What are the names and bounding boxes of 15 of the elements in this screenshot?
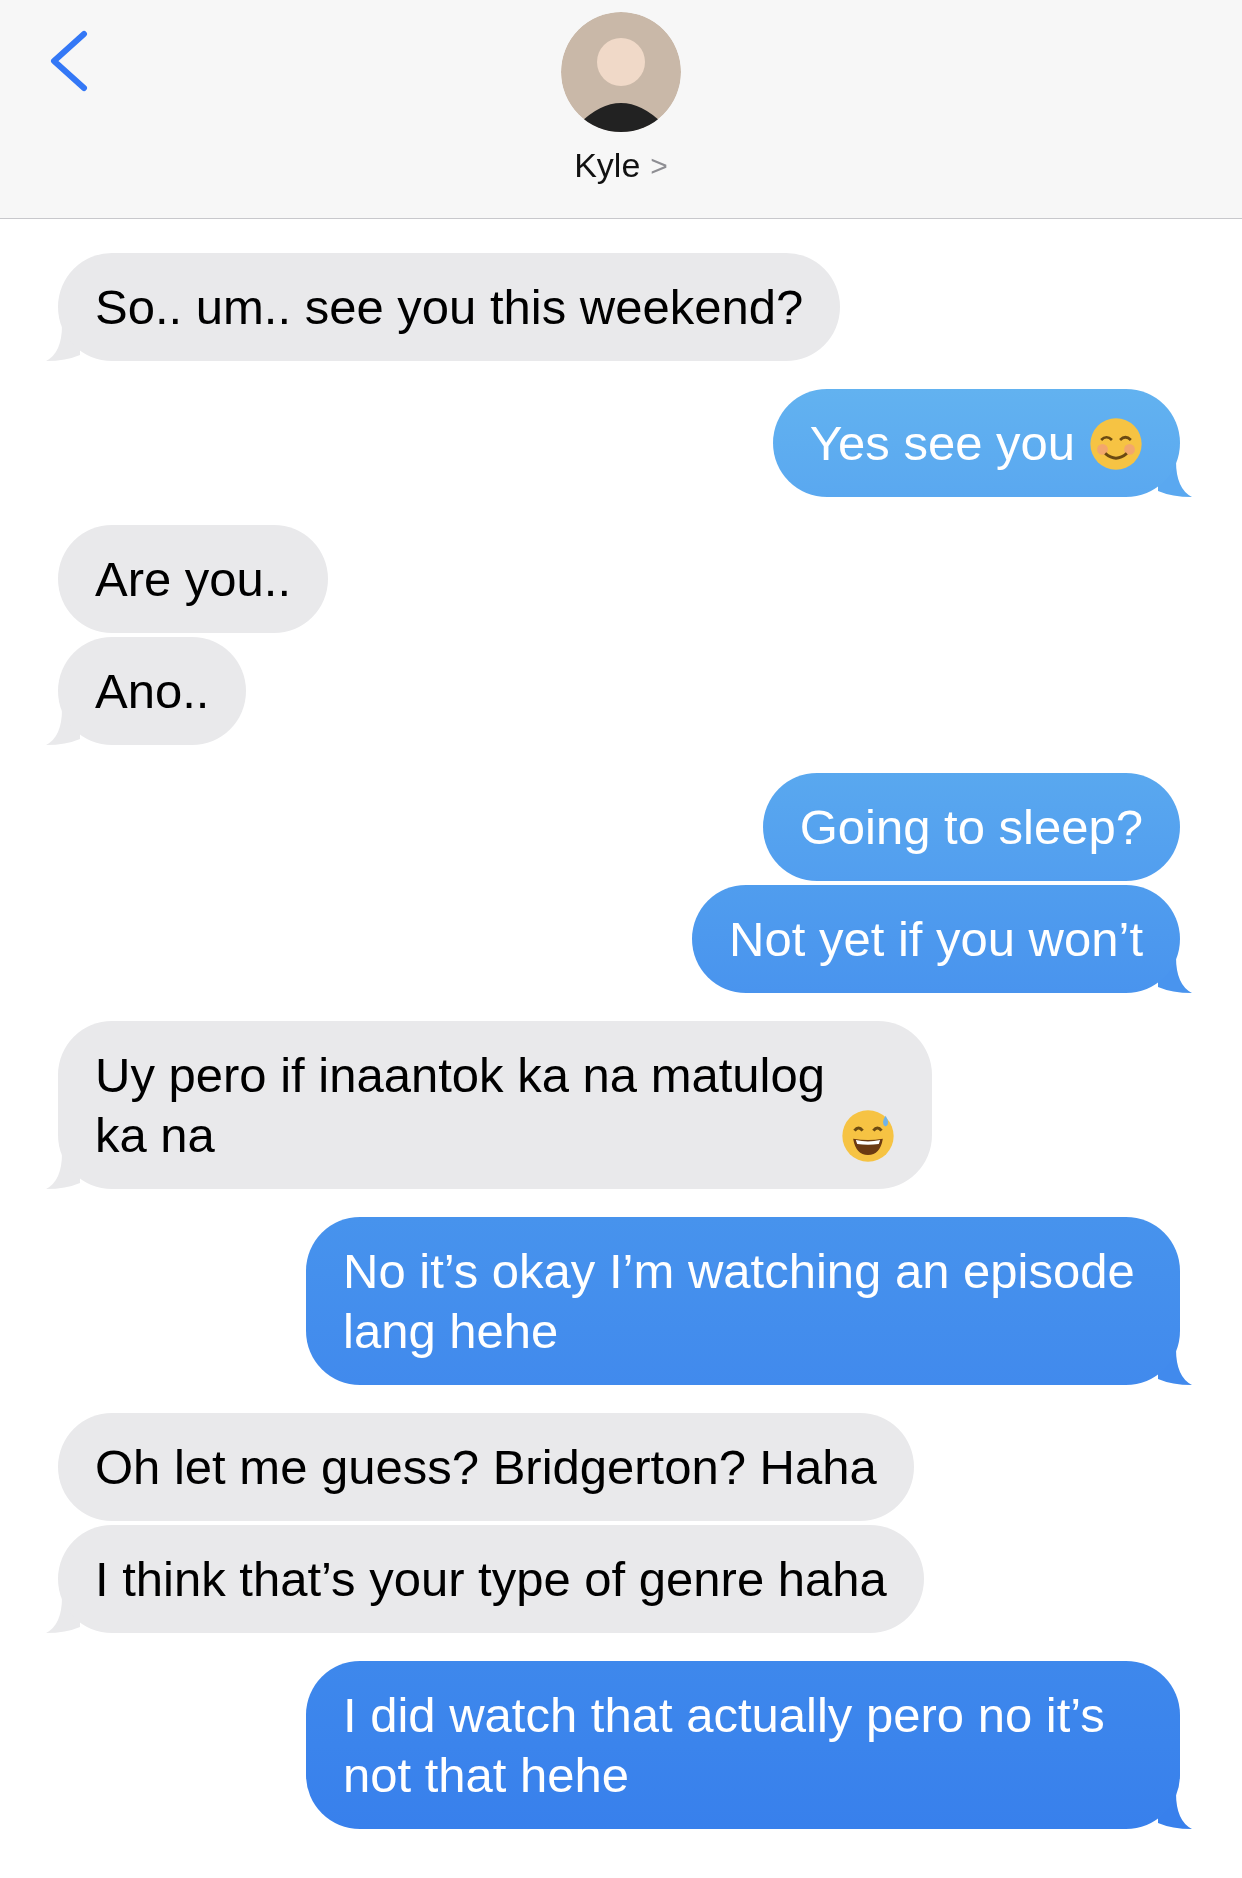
- message-text: So.. um.. see you this weekend?: [95, 280, 804, 334]
- message-text: I think that’s your type of genre haha: [95, 1552, 887, 1606]
- message-text: Yes see you: [809, 415, 1075, 472]
- message-text: Ano..: [95, 664, 210, 718]
- smiling-face-icon: [1089, 417, 1143, 471]
- message-text: No it’s okay I’m watching an episode lang hehe: [343, 1244, 1135, 1358]
- avatar-icon[interactable]: [561, 12, 681, 132]
- contact-name[interactable]: Kyle: [574, 146, 641, 185]
- grinning-face-sweat-icon: [841, 1109, 895, 1163]
- message-text: Uy pero if inaantok ka na matulog ka na: [95, 1047, 826, 1164]
- message-text: I did watch that actually pero no it’s not that hehe: [343, 1688, 1105, 1802]
- message-text: Are you..: [95, 552, 292, 606]
- message-text: Not yet if you won’t: [729, 912, 1143, 966]
- message-text: Oh let me guess? Bridgerton? Haha: [95, 1440, 877, 1494]
- message-text: Going to sleep?: [799, 800, 1143, 854]
